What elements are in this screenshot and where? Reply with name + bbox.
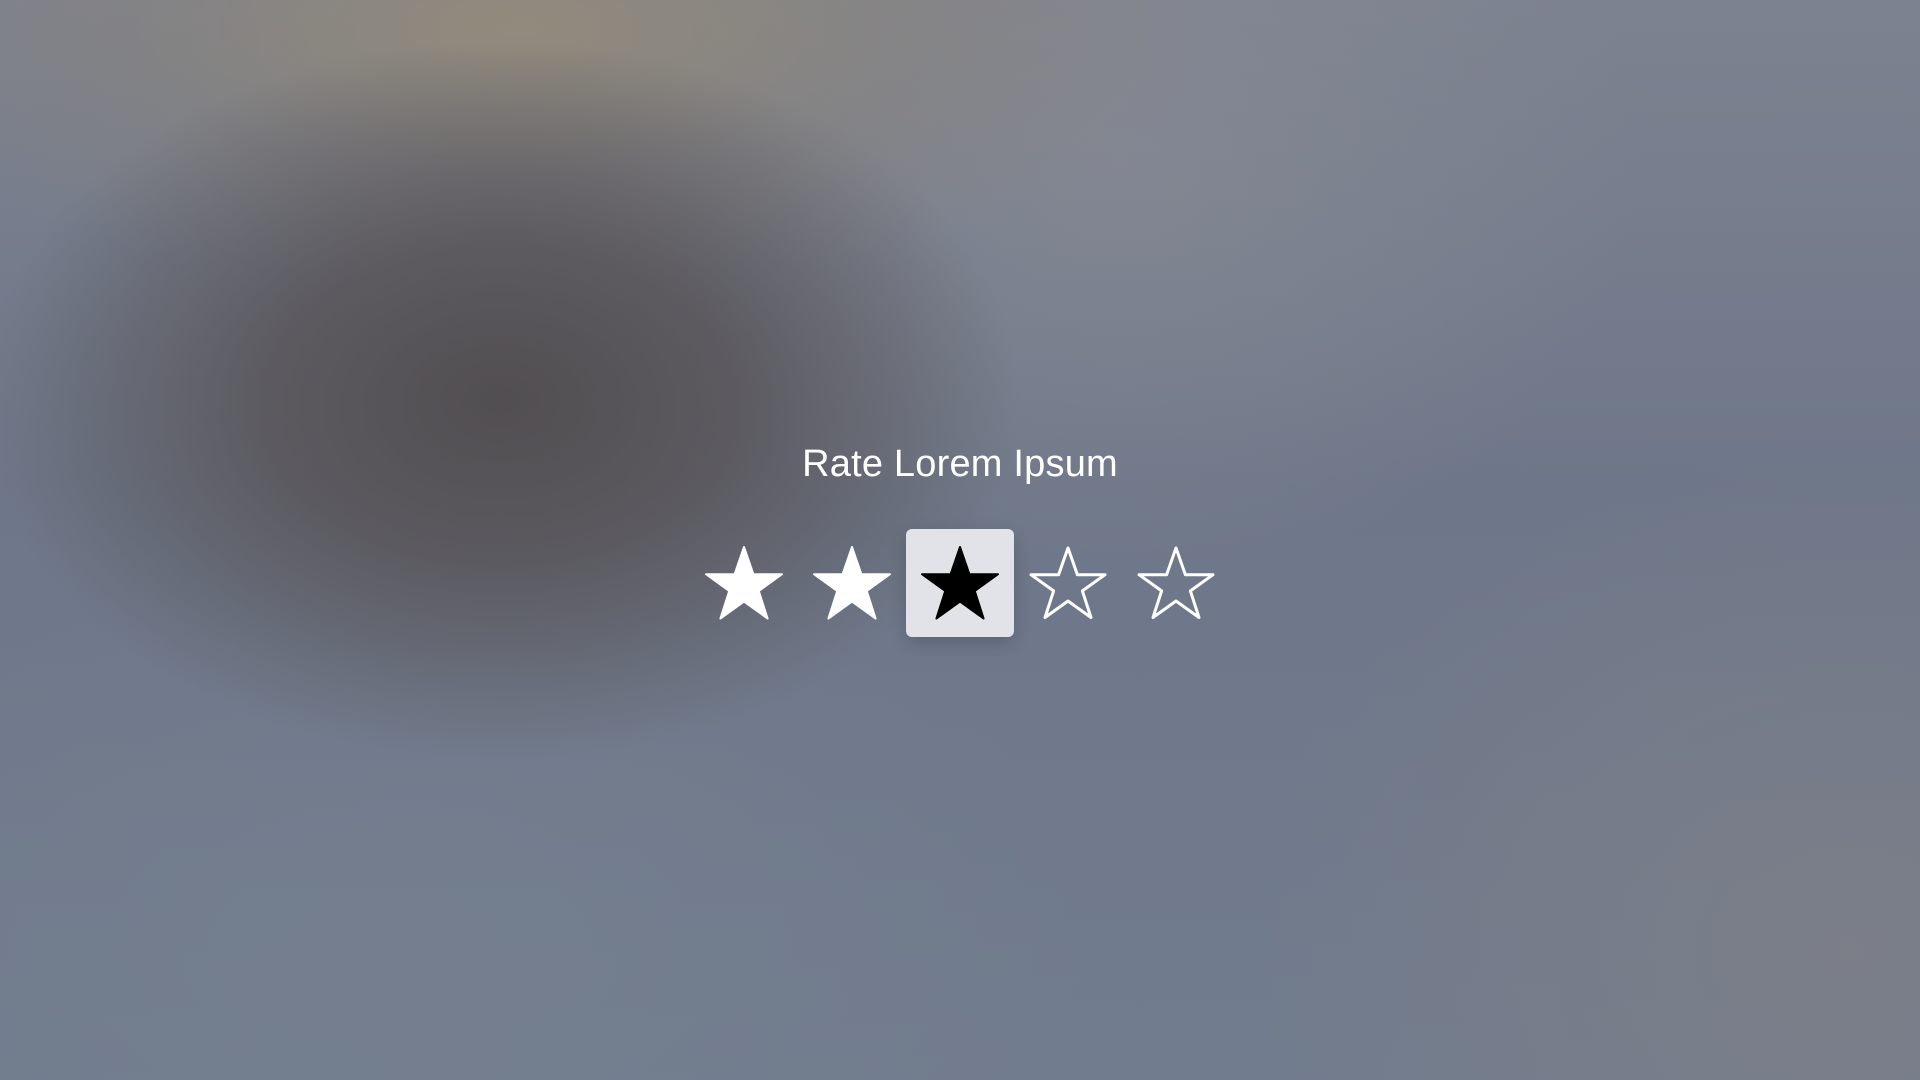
star-rating-control <box>690 529 1230 637</box>
star-rating-1-button[interactable] <box>690 529 798 637</box>
star-filled-icon <box>813 546 891 620</box>
star-rating-2-button[interactable] <box>798 529 906 637</box>
star-filled-icon <box>921 546 999 620</box>
page-title: Rate Lorem Ipsum <box>802 443 1118 485</box>
star-rating-4-button[interactable] <box>1014 529 1122 637</box>
rating-dialog: Rate Lorem Ipsum <box>0 440 1920 637</box>
star-outline-icon <box>1137 546 1215 619</box>
star-rating-5-button[interactable] <box>1122 529 1230 637</box>
star-rating-3-button[interactable] <box>906 529 1014 637</box>
star-filled-icon <box>705 546 783 620</box>
star-outline-icon <box>1029 546 1107 619</box>
